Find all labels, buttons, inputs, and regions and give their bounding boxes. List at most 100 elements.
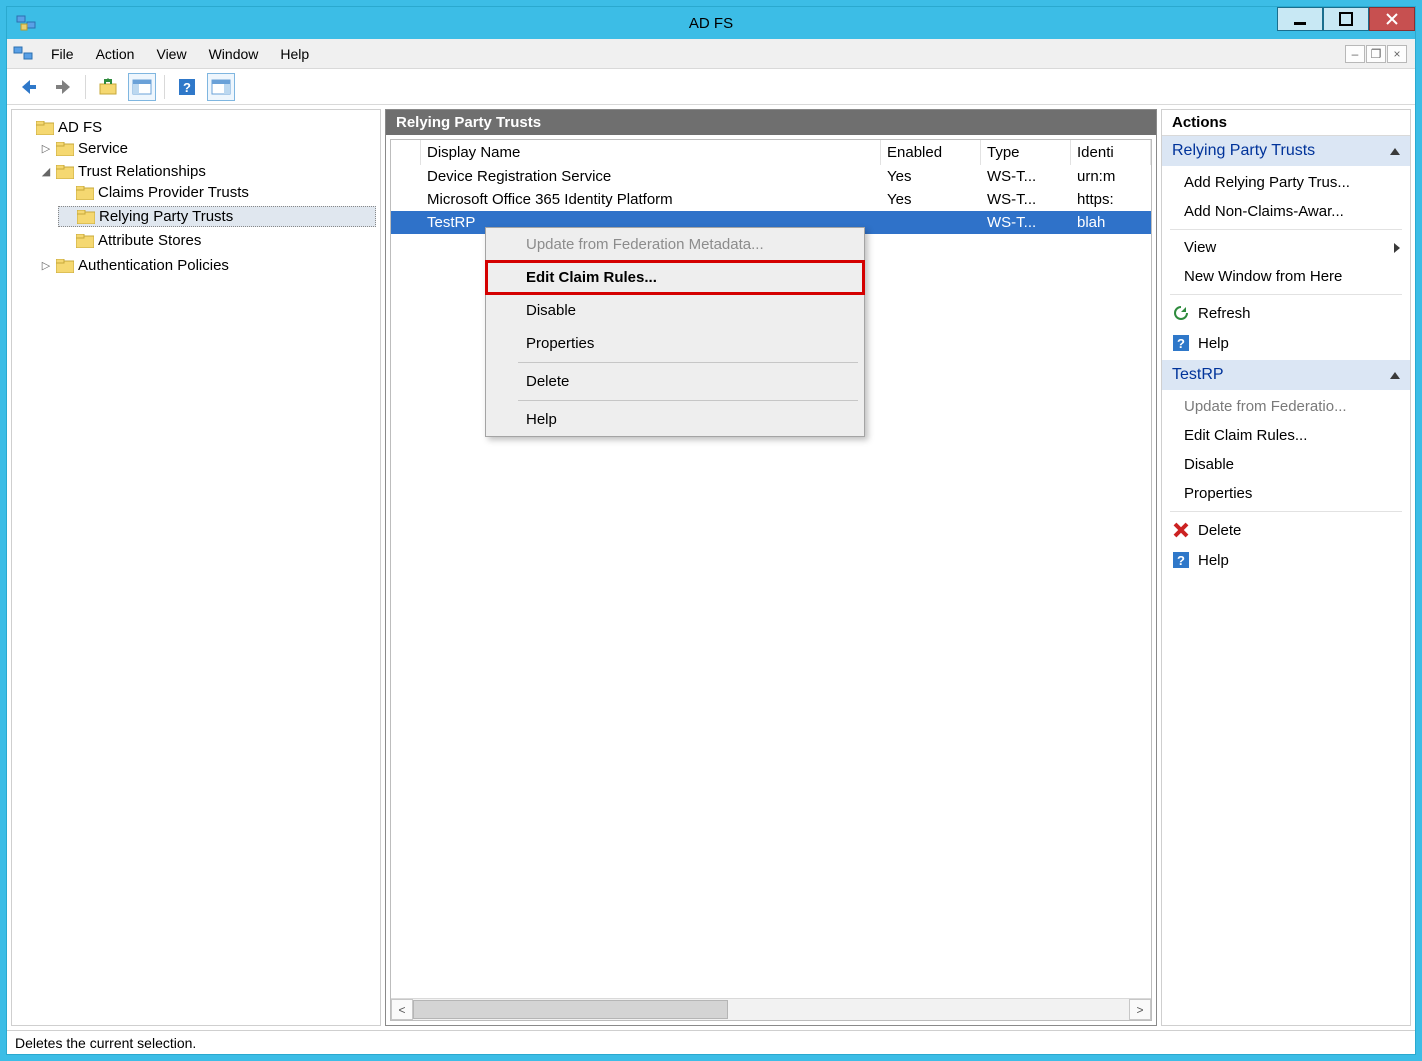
expand-icon[interactable]: ▷ — [40, 142, 52, 155]
tree-service[interactable]: ▷ Service — [38, 139, 376, 158]
action-add-relying-party-trust[interactable]: Add Relying Party Trus... — [1162, 168, 1410, 197]
action-refresh[interactable]: Refresh — [1162, 298, 1410, 328]
tree-label: Relying Party Trusts — [99, 208, 233, 225]
help-button[interactable]: ? — [173, 73, 201, 101]
svg-text:?: ? — [1177, 336, 1185, 351]
col-identifier[interactable]: Identi — [1071, 140, 1151, 165]
scroll-left-button[interactable]: < — [391, 999, 413, 1020]
cell-name: Microsoft Office 365 Identity Platform — [421, 188, 881, 211]
scroll-track[interactable] — [413, 999, 1129, 1020]
actions-section-label: TestRP — [1172, 366, 1224, 384]
collapse-icon[interactable] — [1390, 148, 1400, 155]
tree-attribute-stores[interactable]: Attribute Stores — [58, 231, 376, 250]
action-add-non-claims-aware[interactable]: Add Non-Claims-Awar... — [1162, 197, 1410, 226]
submenu-arrow-icon — [1394, 243, 1400, 253]
folder-icon — [56, 259, 74, 273]
minimize-button[interactable] — [1277, 7, 1323, 31]
ctx-update-from-federation: Update from Federation Metadata... — [486, 228, 864, 261]
maximize-button[interactable] — [1323, 7, 1369, 31]
col-icon[interactable] — [391, 140, 421, 165]
list-row[interactable]: Microsoft Office 365 Identity Platform Y… — [391, 188, 1151, 211]
actions-section-testrp[interactable]: TestRP — [1162, 360, 1410, 390]
cell-ident: urn:m — [1071, 165, 1151, 188]
forward-button[interactable] — [49, 73, 77, 101]
action-new-window[interactable]: New Window from Here — [1162, 262, 1410, 291]
ctx-edit-claim-rules[interactable]: Edit Claim Rules... — [486, 261, 864, 294]
mdi-close-button[interactable]: × — [1387, 45, 1407, 63]
collapse-icon[interactable] — [1390, 372, 1400, 379]
list-row[interactable]: Device Registration Service Yes WS-T... … — [391, 165, 1151, 188]
context-menu[interactable]: Update from Federation Metadata... Edit … — [485, 227, 865, 437]
menu-view[interactable]: View — [146, 42, 196, 66]
action-view[interactable]: View — [1162, 233, 1410, 262]
tree-trust-relationships[interactable]: ◢ Trust Relationships — [38, 162, 376, 181]
ctx-help[interactable]: Help — [486, 403, 864, 436]
show-hide-actions-button[interactable] — [207, 73, 235, 101]
actions-section-label: Relying Party Trusts — [1172, 142, 1315, 160]
ctx-disable[interactable]: Disable — [486, 294, 864, 327]
folder-icon — [56, 165, 74, 179]
mdi-minimize-button[interactable]: – — [1345, 45, 1365, 63]
cell-name: Device Registration Service — [421, 165, 881, 188]
actions-separator — [1170, 511, 1402, 512]
action-help[interactable]: ? Help — [1162, 545, 1410, 575]
folder-icon — [76, 186, 94, 200]
menu-action[interactable]: Action — [86, 42, 145, 66]
actions-separator — [1170, 229, 1402, 230]
action-update-from-federation: Update from Federatio... — [1162, 392, 1410, 421]
tree-label: Attribute Stores — [98, 232, 201, 249]
action-disable[interactable]: Disable — [1162, 450, 1410, 479]
folder-icon — [36, 121, 54, 135]
tree-label: Service — [78, 140, 128, 157]
tree-label: Authentication Policies — [78, 257, 229, 274]
col-enabled[interactable]: Enabled — [881, 140, 981, 165]
mmc-icon — [13, 44, 33, 64]
actions-section-rpt[interactable]: Relying Party Trusts — [1162, 136, 1410, 166]
show-hide-tree-button[interactable] — [128, 73, 156, 101]
window-title: AD FS — [689, 15, 733, 32]
col-display-name[interactable]: Display Name — [421, 140, 881, 165]
scroll-right-button[interactable]: > — [1129, 999, 1151, 1020]
cell-enabled: Yes — [881, 165, 981, 188]
tree-label: Trust Relationships — [78, 163, 206, 180]
delete-icon — [1172, 521, 1190, 539]
close-button[interactable] — [1369, 7, 1415, 31]
folder-icon — [76, 234, 94, 248]
ctx-separator — [518, 400, 858, 401]
help-icon: ? — [1172, 551, 1190, 569]
toolbar-separator — [164, 75, 165, 99]
svg-text:?: ? — [183, 80, 191, 95]
menu-file[interactable]: File — [41, 42, 84, 66]
action-properties[interactable]: Properties — [1162, 479, 1410, 508]
ctx-delete[interactable]: Delete — [486, 365, 864, 398]
tree-label: AD FS — [58, 119, 102, 136]
actions-separator — [1170, 294, 1402, 295]
column-headers[interactable]: Display Name Enabled Type Identi — [391, 140, 1151, 165]
action-delete[interactable]: Delete — [1162, 515, 1410, 545]
action-help[interactable]: ? Help — [1162, 328, 1410, 358]
cell-ident: https: — [1071, 188, 1151, 211]
menu-window[interactable]: Window — [199, 42, 269, 66]
menu-help[interactable]: Help — [270, 42, 319, 66]
actions-title: Actions — [1162, 110, 1410, 136]
tree-claims-provider-trusts[interactable]: Claims Provider Trusts — [58, 183, 376, 202]
mdi-restore-button[interactable]: ❐ — [1366, 45, 1386, 63]
up-folder-button[interactable] — [94, 73, 122, 101]
back-button[interactable] — [15, 73, 43, 101]
col-type[interactable]: Type — [981, 140, 1071, 165]
scroll-thumb[interactable] — [413, 1000, 728, 1019]
action-edit-claim-rules[interactable]: Edit Claim Rules... — [1162, 421, 1410, 450]
horizontal-scrollbar[interactable]: < > — [391, 998, 1151, 1020]
toolbar-separator — [85, 75, 86, 99]
tree-root-adfs[interactable]: AD FS — [18, 118, 376, 137]
collapse-icon[interactable]: ◢ — [40, 165, 52, 178]
tree-relying-party-trusts[interactable]: Relying Party Trusts — [58, 206, 376, 227]
console-tree[interactable]: AD FS ▷ Service ◢ — [11, 109, 381, 1026]
cell-enabled: Yes — [881, 188, 981, 211]
actions-pane: Actions Relying Party Trusts Add Relying… — [1161, 109, 1411, 1026]
ctx-properties[interactable]: Properties — [486, 327, 864, 360]
app-icon — [15, 12, 37, 34]
ctx-separator — [518, 362, 858, 363]
expand-icon[interactable]: ▷ — [40, 259, 52, 272]
tree-authentication-policies[interactable]: ▷ Authentication Policies — [38, 256, 376, 275]
